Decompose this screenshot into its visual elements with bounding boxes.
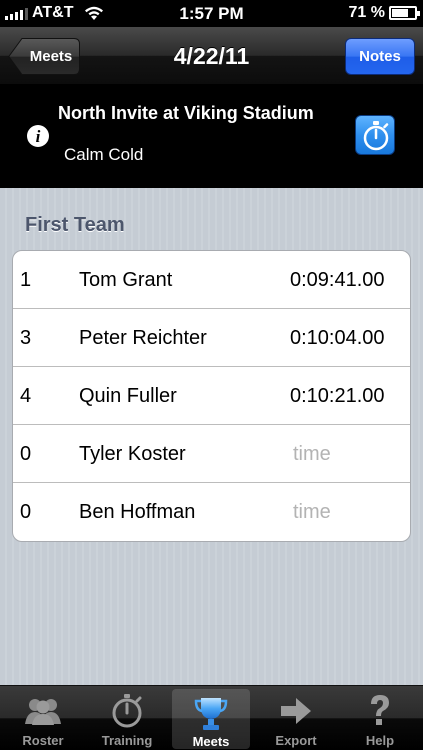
- time-field[interactable]: 0:09:41.00: [290, 251, 385, 309]
- place-cell: 0: [20, 443, 32, 465]
- place-cell: 4: [20, 385, 32, 407]
- notes-button[interactable]: Notes: [345, 38, 415, 75]
- runner-name: Quin Fuller: [79, 385, 177, 407]
- tab-bar: Roster Training Meets Export Help: [0, 685, 423, 750]
- place-cell: 3: [20, 327, 32, 349]
- results-table: 1 Tom Grant 0:09:41.00 3 Peter Reichter …: [12, 250, 411, 542]
- tab-label: Training: [101, 733, 153, 748]
- stopwatch-icon: [112, 694, 142, 728]
- battery-percent: 71 %: [348, 4, 385, 21]
- runner-name: Tyler Koster: [79, 443, 186, 465]
- time-field[interactable]: time: [293, 483, 331, 541]
- table-row[interactable]: 0 Ben Hoffman time: [13, 483, 410, 541]
- tab-roster[interactable]: Roster: [4, 686, 82, 750]
- content-area: First Team 1 Tom Grant 0:09:41.00 3 Pete…: [0, 188, 423, 685]
- status-bar: AT&T 1:57 PM 71 %: [0, 0, 423, 27]
- runner-name: Tom Grant: [79, 269, 173, 291]
- battery-level: [392, 9, 408, 17]
- tab-meets[interactable]: Meets: [172, 689, 250, 749]
- table-row[interactable]: 3 Peter Reichter 0:10:04.00: [13, 309, 410, 367]
- runner-name: Peter Reichter: [79, 327, 207, 349]
- tab-label: Export: [275, 733, 317, 748]
- roster-icon: [25, 699, 61, 725]
- meet-name: North Invite at Viking Stadium: [58, 103, 314, 123]
- tab-export[interactable]: Export: [257, 686, 335, 750]
- back-button-meets[interactable]: Meets: [8, 38, 80, 75]
- back-button-label: Meets: [29, 48, 73, 65]
- time-field[interactable]: time: [293, 425, 331, 483]
- arrow-right-icon: [281, 698, 311, 724]
- tab-label: Roster: [22, 733, 64, 748]
- tab-training[interactable]: Training: [88, 686, 166, 750]
- time-field[interactable]: 0:10:21.00: [290, 367, 385, 425]
- table-row[interactable]: 0 Tyler Koster time: [13, 425, 410, 483]
- place-cell: 1: [20, 269, 32, 291]
- battery-icon: [389, 6, 420, 20]
- time-field[interactable]: 0:10:04.00: [290, 309, 385, 367]
- table-row[interactable]: 4 Quin Fuller 0:10:21.00: [13, 367, 410, 425]
- page-title: 4/22/11: [173, 43, 250, 69]
- table-row[interactable]: 1 Tom Grant 0:09:41.00: [13, 251, 410, 309]
- stopwatch-button[interactable]: [355, 115, 395, 155]
- meet-weather: Calm Cold: [64, 145, 144, 164]
- tab-label: Help: [365, 733, 395, 748]
- section-title: First Team: [25, 214, 125, 236]
- svg-text:i: i: [36, 127, 41, 146]
- tab-help[interactable]: Help: [341, 686, 419, 750]
- stopwatch-icon: [363, 121, 389, 151]
- place-cell: 0: [20, 501, 32, 523]
- info-icon[interactable]: i: [26, 124, 50, 148]
- status-right: 71 %: [348, 4, 420, 22]
- runner-name: Ben Hoffman: [79, 501, 196, 523]
- trophy-icon: [194, 698, 228, 730]
- question-icon: [371, 695, 389, 725]
- tab-label: Meets: [192, 734, 230, 749]
- navigation-bar: Meets 4/22/11 Notes: [0, 27, 423, 85]
